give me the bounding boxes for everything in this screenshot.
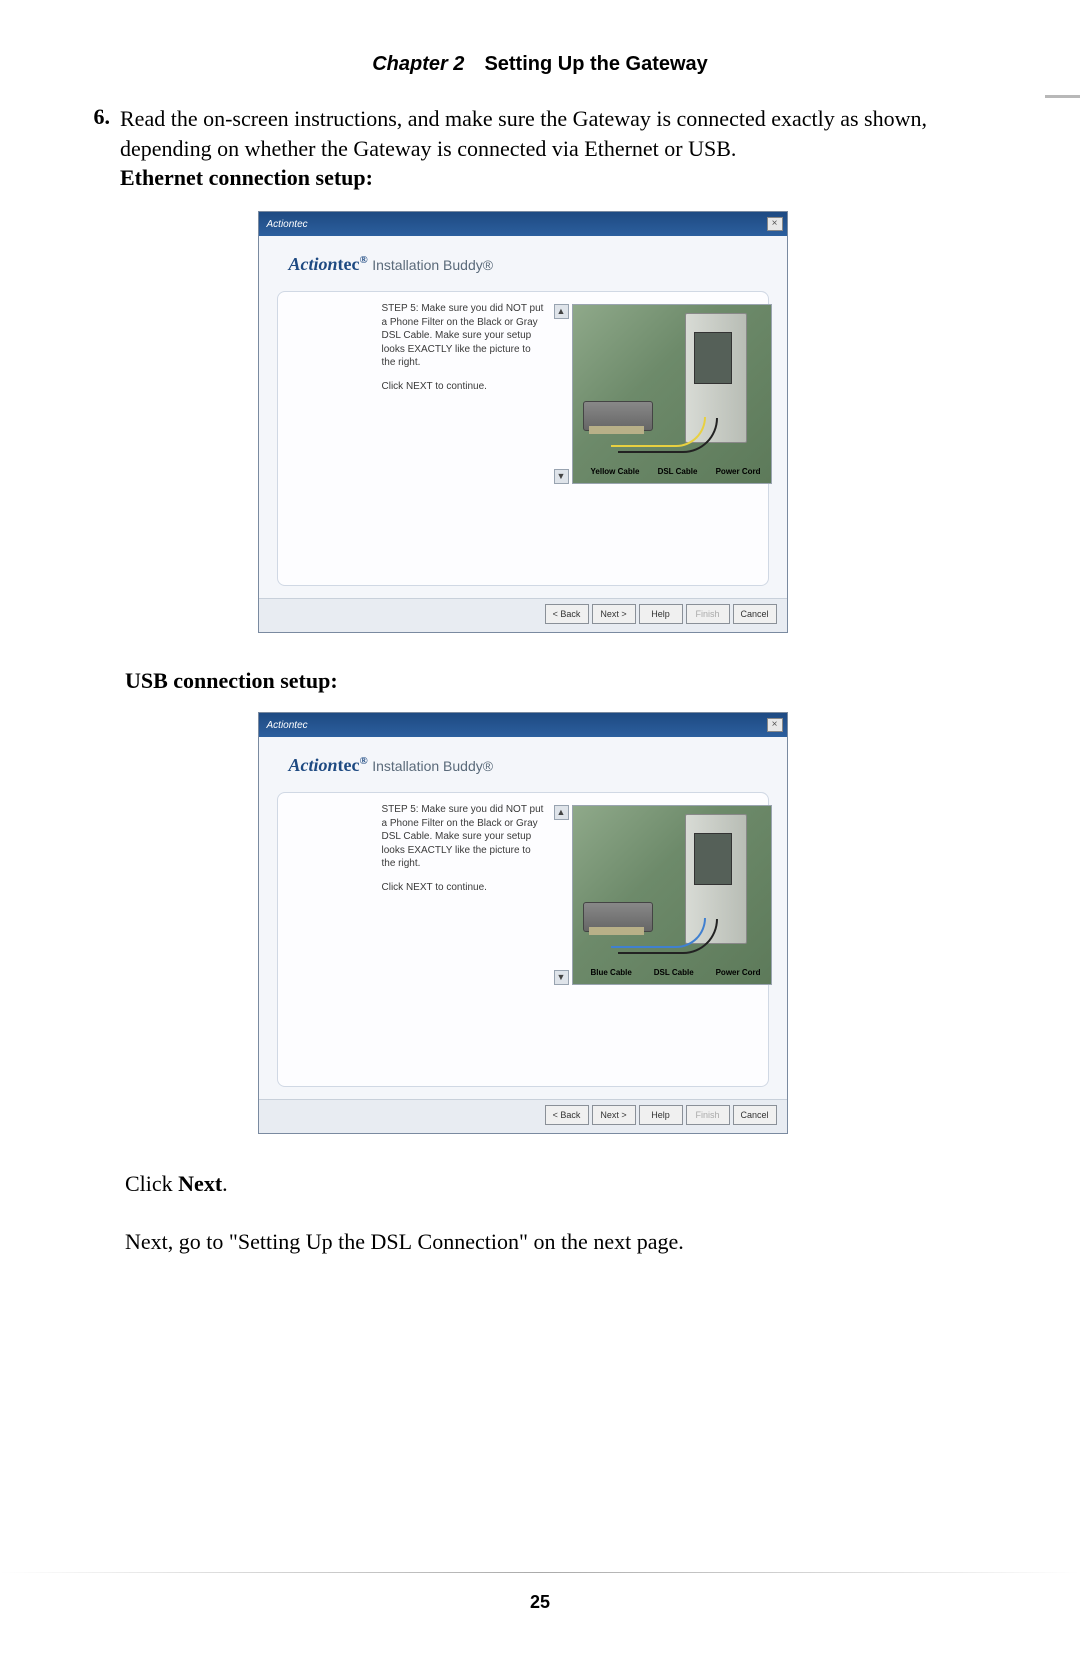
next-button[interactable]: Next >	[592, 1105, 636, 1125]
usb-screenshot: Actiontec × Actiontec® Installation Budd…	[80, 712, 965, 1134]
titlebar: Actiontec ×	[259, 713, 787, 737]
chapter-title: Setting Up the Gateway	[484, 53, 707, 75]
chapter-label: Chapter 2	[372, 53, 464, 75]
label-power-cord: Power Cord	[716, 468, 761, 477]
click-next-text: Click NEXT to continue.	[382, 881, 546, 895]
step-number: 6.	[80, 104, 110, 193]
step-text: Read the on-screen instructions, and mak…	[120, 104, 965, 193]
instruction-text: STEP 5: Make sure you did NOT put a Phon…	[382, 803, 552, 1076]
yellow-cable-icon	[611, 417, 706, 447]
cable-labels: Blue Cable DSL Cable Power Cord	[591, 969, 761, 978]
brand-tec: tec	[338, 755, 360, 775]
titlebar-text: Actiontec	[263, 219, 308, 230]
brand-reg: ®	[360, 755, 368, 767]
step-text-c: .	[731, 136, 737, 161]
help-button[interactable]: Help	[639, 1105, 683, 1125]
cancel-button[interactable]: Cancel	[733, 604, 777, 624]
scroll-up-button[interactable]: ▲	[554, 304, 569, 319]
next-button[interactable]: Next >	[592, 604, 636, 624]
brand-reg: ®	[360, 254, 368, 266]
wizard-window-ethernet: Actiontec × Actiontec® Installation Budd…	[258, 211, 788, 633]
step5-text: STEP 5: Make sure you did NOT put a Phon…	[382, 302, 546, 370]
help-button[interactable]: Help	[639, 604, 683, 624]
ethernet-screenshot: Actiontec × Actiontec® Installation Budd…	[80, 211, 965, 633]
titlebar-text: Actiontec	[263, 720, 308, 731]
label-yellow-cable: Yellow Cable	[591, 468, 640, 477]
close-button[interactable]: ×	[767, 718, 783, 732]
click-next-text: Click NEXT to continue.	[382, 380, 546, 394]
label-dsl-cable: DSL Cable	[658, 468, 698, 477]
panel-left-spacer	[286, 803, 378, 1076]
instruction-text: STEP 5: Make sure you did NOT put a Phon…	[382, 302, 552, 575]
footer-divider	[0, 1572, 1080, 1573]
main-panel: STEP 5: Make sure you did NOT put a Phon…	[277, 291, 769, 586]
back-button[interactable]: < Back	[545, 604, 589, 624]
click-next-paragraph: Click Next.	[125, 1169, 965, 1199]
header-rule	[1045, 95, 1080, 98]
scroll-down-button[interactable]: ▼	[554, 469, 569, 484]
main-panel: STEP 5: Make sure you did NOT put a Phon…	[277, 792, 769, 1087]
ethernet-connection-heading: Ethernet connection setup:	[120, 165, 373, 190]
step-6: 6. Read the on-screen instructions, and …	[80, 104, 965, 193]
page-content: 6. Read the on-screen instructions, and …	[0, 76, 1080, 1256]
step-text-a: Read the on-screen instructions, and mak…	[120, 106, 927, 161]
label-power-cord: Power Cord	[716, 969, 761, 978]
label-blue-cable: Blue Cable	[591, 969, 632, 978]
titlebar: Actiontec ×	[259, 212, 787, 236]
finish-button[interactable]: Finish	[686, 604, 730, 624]
click-next-c: .	[222, 1171, 228, 1196]
click-next-bold: Next	[178, 1171, 222, 1196]
scroll-down-button[interactable]: ▼	[554, 970, 569, 985]
brand-action: Action	[289, 254, 338, 274]
wizard-window-usb: Actiontec × Actiontec® Installation Budd…	[258, 712, 788, 1134]
setup-photo-panel: ▲ Blue Cable DSL Cable Power Cord ▼	[556, 803, 760, 1076]
click-next-a: Click	[125, 1171, 178, 1196]
blue-cable-icon	[611, 918, 706, 948]
panel-left-spacer	[286, 302, 378, 575]
scroll-up-button[interactable]: ▲	[554, 805, 569, 820]
setup-photo-ethernet: Yellow Cable DSL Cable Power Cord	[572, 304, 772, 484]
brand-logo: Actiontec®	[289, 254, 373, 274]
cancel-button[interactable]: Cancel	[733, 1105, 777, 1125]
logo-row: Actiontec® Installation Buddy®	[259, 737, 787, 784]
close-button[interactable]: ×	[767, 217, 783, 231]
brand-tec: tec	[338, 254, 360, 274]
setup-photo-panel: ▲ Yellow Cable DSL Cable Power Cord ▼	[556, 302, 760, 575]
setup-photo-usb: Blue Cable DSL Cable Power Cord	[572, 805, 772, 985]
page-number: 25	[0, 1592, 1080, 1613]
wizard-buttons: < Back Next > Help Finish Cancel	[259, 598, 787, 632]
wizard-buttons: < Back Next > Help Finish Cancel	[259, 1099, 787, 1133]
usb-connection-heading: USB connection setup:	[125, 668, 965, 694]
step5-text: STEP 5: Make sure you did NOT put a Phon…	[382, 803, 546, 871]
cable-labels: Yellow Cable DSL Cable Power Cord	[591, 468, 761, 477]
product-name: Installation Buddy®	[372, 758, 493, 774]
logo-row: Actiontec® Installation Buddy®	[259, 236, 787, 283]
step-text-usb: USB	[688, 136, 731, 161]
brand-action: Action	[289, 755, 338, 775]
back-button[interactable]: < Back	[545, 1105, 589, 1125]
next-go-paragraph: Next, go to "Setting Up the DSL Connecti…	[125, 1227, 965, 1257]
brand-logo: Actiontec®	[289, 755, 373, 775]
chapter-header: Chapter 2 Setting Up the Gateway	[0, 0, 1080, 76]
product-name: Installation Buddy®	[372, 257, 493, 273]
label-dsl-cable: DSL Cable	[654, 969, 694, 978]
finish-button[interactable]: Finish	[686, 1105, 730, 1125]
